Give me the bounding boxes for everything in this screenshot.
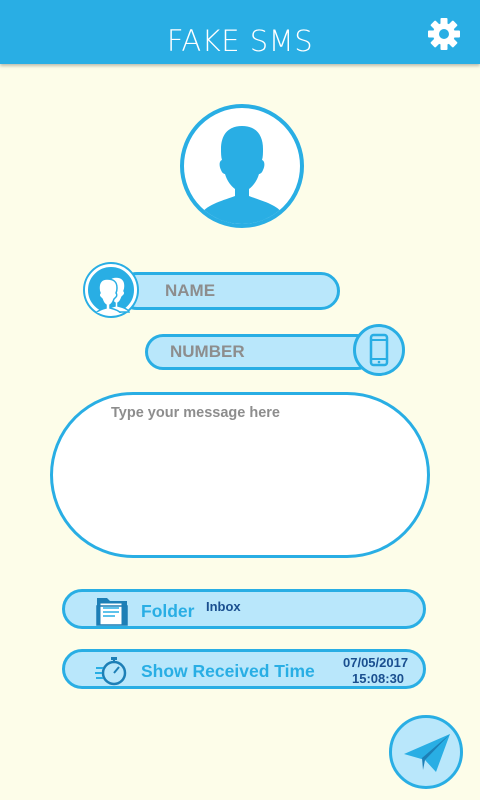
folder-icon	[95, 594, 129, 628]
contacts-icon[interactable]	[85, 264, 137, 316]
paper-plane-icon	[404, 734, 450, 772]
received-date: 07/05/2017	[343, 655, 409, 670]
send-button[interactable]	[389, 715, 463, 789]
number-input[interactable]	[148, 337, 372, 367]
folder-label: Folder	[141, 601, 195, 621]
app-bar: FAKE SMS	[0, 0, 480, 64]
stopwatch-icon	[95, 654, 129, 688]
name-input[interactable]	[121, 275, 337, 307]
received-time-label: Show Received Time	[141, 661, 315, 681]
received-time-value: 15:08:30	[352, 671, 405, 686]
number-field[interactable]	[145, 334, 375, 370]
name-field[interactable]	[118, 272, 340, 310]
message-input[interactable]	[53, 395, 427, 555]
smartphone-icon[interactable]	[353, 324, 405, 376]
contact-avatar[interactable]	[180, 104, 304, 228]
app-title: FAKE SMS	[166, 24, 314, 58]
person-silhouette-icon	[198, 126, 286, 224]
message-box[interactable]	[50, 392, 430, 558]
folder-button[interactable]: Folder Inbox	[62, 589, 426, 629]
gear-icon[interactable]	[424, 14, 464, 54]
folder-value: Inbox	[206, 599, 241, 614]
received-time-button[interactable]: Show Received Time 07/05/2017 15:08:30	[62, 649, 426, 689]
